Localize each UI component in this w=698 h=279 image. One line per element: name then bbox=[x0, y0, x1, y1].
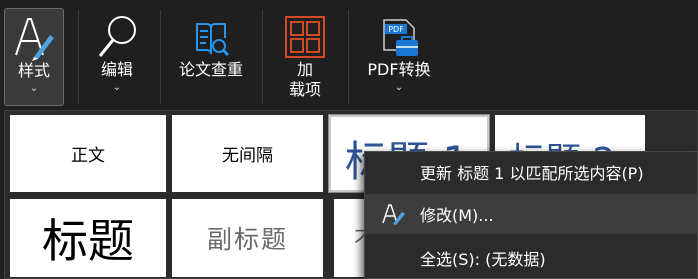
separator bbox=[78, 10, 79, 104]
chevron-down-icon: ⌄ bbox=[394, 82, 404, 93]
search-icon bbox=[94, 8, 140, 60]
modify-style-icon bbox=[381, 203, 405, 229]
ribbon: 样式 ⌄ 编辑 ⌄ 论文查重 加 载项 PDF PDF转换 ⌄ bbox=[0, 0, 698, 110]
styles-label: 样式 bbox=[17, 61, 50, 80]
style-tile-subtitle[interactable]: 副标题 bbox=[172, 199, 323, 277]
document-search-icon bbox=[191, 8, 231, 60]
editing-button[interactable]: 编辑 ⌄ bbox=[86, 8, 148, 106]
paper-check-label: 论文查重 bbox=[178, 60, 243, 79]
addins-label-line2: 载项 bbox=[288, 80, 321, 99]
menu-item-update-style[interactable]: 更新 标题 1 以匹配所选内容(P) bbox=[365, 152, 697, 192]
addins-label-line1: 加 bbox=[296, 60, 313, 79]
style-tile-no-spacing[interactable]: 无间隔 bbox=[172, 115, 323, 192]
editing-label: 编辑 bbox=[100, 60, 133, 79]
menu-item-modify[interactable]: 修改(M)... bbox=[365, 194, 697, 234]
pdf-convert-button[interactable]: PDF PDF转换 ⌄ bbox=[356, 8, 442, 106]
styles-icon bbox=[12, 9, 56, 61]
pdf-icon-text: PDF bbox=[388, 25, 404, 34]
separator bbox=[348, 10, 349, 104]
chevron-down-icon: ⌄ bbox=[29, 83, 39, 94]
pdf-convert-label: PDF转换 bbox=[367, 60, 431, 79]
pdf-toolbox-icon: PDF bbox=[378, 8, 420, 60]
styles-button[interactable]: 样式 ⌄ bbox=[4, 8, 64, 106]
addins-grid-icon bbox=[283, 8, 327, 60]
style-tile-title[interactable]: 标题 bbox=[10, 199, 166, 277]
style-tile-partial[interactable]: 不 bbox=[334, 199, 366, 277]
chevron-down-icon: ⌄ bbox=[112, 82, 122, 93]
style-tile-normal[interactable]: 正文 bbox=[10, 115, 166, 192]
style-context-menu: 更新 标题 1 以匹配所选内容(P) 修改(M)... 全选(S): (无数据) bbox=[364, 151, 698, 279]
separator bbox=[262, 10, 263, 104]
separator bbox=[160, 10, 161, 104]
paper-check-button[interactable]: 论文查重 bbox=[168, 8, 254, 106]
menu-item-select-all[interactable]: 全选(S): (无数据) bbox=[365, 238, 697, 278]
addins-button[interactable]: 加 载项 bbox=[270, 8, 340, 106]
